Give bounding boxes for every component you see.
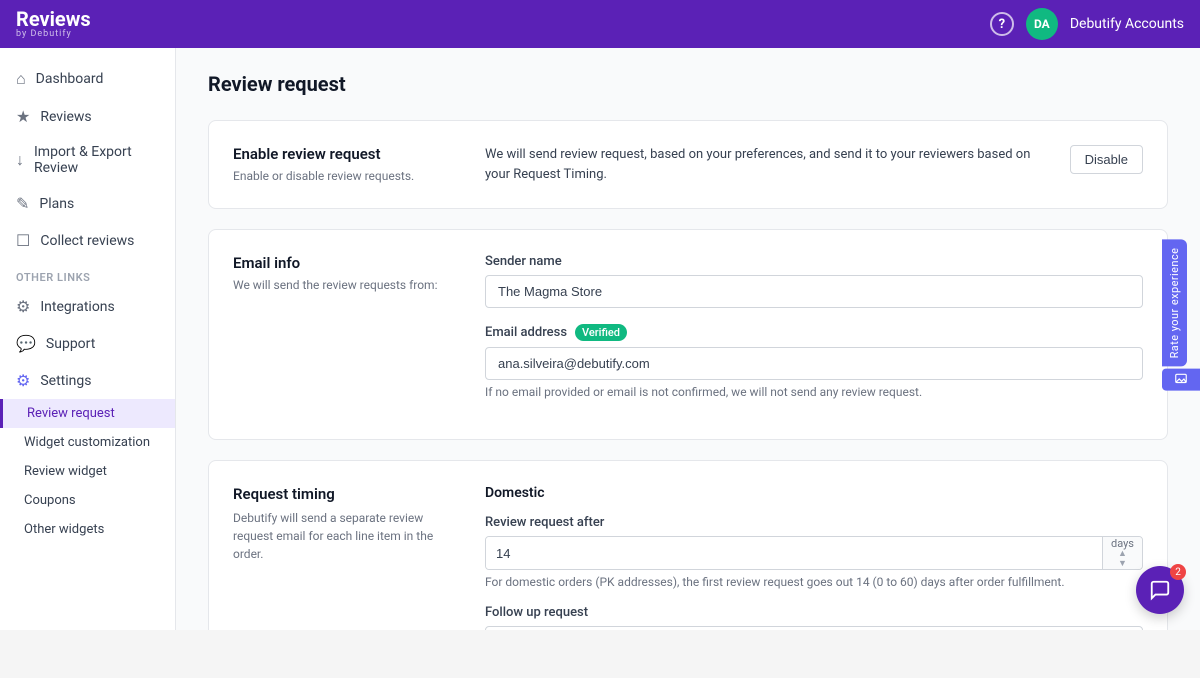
request-timing-section: Request timing Debutify will send a sepa…	[208, 460, 1168, 630]
chat-button[interactable]: 2	[1136, 566, 1184, 614]
sidebar-label-plans: Plans	[39, 196, 74, 212]
sidebar-label-collect: Collect reviews	[40, 233, 134, 249]
feedback-tab[interactable]: Rate your experience	[1162, 240, 1187, 367]
timing-left: Request timing Debutify will send a sepa…	[233, 485, 453, 630]
main-content: Review request Enable review request Ena…	[176, 48, 1200, 630]
account-name: Debutify Accounts	[1070, 16, 1184, 32]
sidebar-label-integrations: Integrations	[40, 299, 114, 315]
support-icon: 💬	[16, 334, 36, 353]
email-info-title: Email info	[233, 254, 453, 272]
feedback-tab-container: Rate your experience	[1162, 240, 1200, 391]
sidebar-label-settings: Settings	[40, 373, 91, 389]
sub-label-coupons: Coupons	[24, 493, 76, 508]
sub-label-widget-customization: Widget customization	[24, 435, 150, 450]
days-suffix: days ▲ ▼	[1102, 537, 1142, 569]
timing-desc: Debutify will send a separate review req…	[233, 509, 453, 563]
home-icon: ⌂	[16, 69, 26, 89]
feedback-icon[interactable]	[1162, 368, 1200, 390]
enable-review-left: Enable review request Enable or disable …	[233, 145, 453, 184]
enable-review-title: Enable review request	[233, 145, 453, 163]
sidebar-sub-item-widget-customization[interactable]: Widget customization	[0, 428, 175, 457]
sidebar-item-dashboard[interactable]: ⌂ Dashboard	[0, 60, 175, 98]
sidebar-sub-item-other-widgets[interactable]: Other widgets	[0, 515, 175, 544]
enable-review-info: We will send review request, based on yo…	[485, 145, 1054, 184]
collect-icon: ☐	[16, 231, 30, 250]
email-info-row: Email info We will send the review reque…	[209, 230, 1167, 439]
integrations-icon: ⚙	[16, 297, 30, 316]
sidebar-item-plans[interactable]: ✎ Plans	[0, 185, 175, 222]
timing-title: Request timing	[233, 485, 453, 503]
logo: Reviews by Debutify	[16, 9, 91, 39]
logo-subtitle: by Debutify	[16, 29, 91, 39]
sidebar-item-support[interactable]: 💬 Support	[0, 325, 175, 362]
other-links-label: OTHER LINKS	[0, 259, 175, 288]
email-info-right: Sender name Email address Verified If no…	[485, 254, 1143, 415]
chat-badge: 2	[1170, 564, 1186, 580]
follow-up-group: Follow up request Send another request i…	[485, 605, 1143, 630]
review-after-label: Review request after	[485, 515, 1143, 530]
sidebar-label-dashboard: Dashboard	[36, 71, 104, 87]
email-label-row: Email address Verified	[485, 324, 1143, 341]
sidebar-sub-item-review-widget[interactable]: Review widget	[0, 457, 175, 486]
enable-review-section: Enable review request Enable or disable …	[208, 120, 1168, 209]
layout: ⌂ Dashboard ★ Reviews ↓ Import & Export …	[0, 48, 1200, 630]
domestic-hint: For domestic orders (PK addresses), the …	[485, 575, 1143, 589]
email-info-left: Email info We will send the review reque…	[233, 254, 453, 415]
chat-icon	[1149, 579, 1171, 601]
timing-right: Domestic Review request after days ▲ ▼	[485, 485, 1143, 630]
gear-icon: ⚙	[16, 371, 30, 390]
sidebar-item-reviews[interactable]: ★ Reviews	[0, 98, 175, 135]
email-hint: If no email provided or email is not con…	[485, 385, 1143, 399]
sidebar-item-collect-reviews[interactable]: ☐ Collect reviews	[0, 222, 175, 259]
enable-review-right-inner: We will send review request, based on yo…	[485, 145, 1143, 184]
sidebar-item-import-export[interactable]: ↓ Import & Export Review	[0, 135, 175, 185]
sub-label-review-widget: Review widget	[24, 464, 107, 479]
down-arrow[interactable]: ▼	[1118, 560, 1127, 569]
sidebar-label-support: Support	[46, 336, 95, 352]
follow-up-select[interactable]: Send another request if not clicked Do n…	[485, 626, 1143, 630]
domestic-title: Domestic	[485, 485, 1143, 501]
header: Reviews by Debutify ? DA Debutify Accoun…	[0, 0, 1200, 48]
sidebar-sub-item-coupons[interactable]: Coupons	[0, 486, 175, 515]
review-after-input-wrapper: days ▲ ▼	[485, 536, 1143, 570]
email-address-group: Email address Verified If no email provi…	[485, 324, 1143, 399]
sidebar: ⌂ Dashboard ★ Reviews ↓ Import & Export …	[0, 48, 176, 630]
up-arrow[interactable]: ▲	[1118, 550, 1127, 559]
email-info-desc: We will send the review requests from:	[233, 278, 453, 292]
logo-title: Reviews	[16, 9, 91, 29]
disable-button[interactable]: Disable	[1070, 145, 1143, 174]
sub-label-other-widgets: Other widgets	[24, 522, 104, 537]
sidebar-label-import-export: Import & Export Review	[34, 144, 159, 176]
sidebar-label-reviews: Reviews	[40, 109, 91, 125]
header-right: ? DA Debutify Accounts	[990, 8, 1184, 40]
sidebar-item-integrations[interactable]: ⚙ Integrations	[0, 288, 175, 325]
plans-icon: ✎	[16, 194, 29, 213]
enable-review-desc: Enable or disable review requests.	[233, 169, 453, 183]
star-icon: ★	[16, 107, 30, 126]
enable-review-right: We will send review request, based on yo…	[485, 145, 1143, 184]
verified-badge: Verified	[575, 324, 627, 341]
review-after-input[interactable]	[486, 537, 1102, 569]
sender-name-input[interactable]	[485, 275, 1143, 308]
follow-up-label: Follow up request	[485, 605, 1143, 620]
sender-name-label: Sender name	[485, 254, 1143, 269]
email-address-input[interactable]	[485, 347, 1143, 380]
review-after-group: Review request after days ▲ ▼ For domest…	[485, 515, 1143, 589]
email-info-section: Email info We will send the review reque…	[208, 229, 1168, 440]
page-title: Review request	[208, 72, 1168, 96]
arrows: ▲ ▼	[1118, 550, 1127, 569]
email-address-label: Email address	[485, 325, 567, 340]
sidebar-sub-item-review-request[interactable]: Review request	[0, 399, 175, 428]
sender-name-group: Sender name	[485, 254, 1143, 308]
import-icon: ↓	[16, 150, 24, 170]
sidebar-item-settings[interactable]: ⚙ Settings	[0, 362, 175, 399]
enable-review-row: Enable review request Enable or disable …	[209, 121, 1167, 208]
avatar: DA	[1026, 8, 1058, 40]
sub-label-review-request: Review request	[27, 406, 115, 421]
help-icon[interactable]: ?	[990, 12, 1014, 36]
